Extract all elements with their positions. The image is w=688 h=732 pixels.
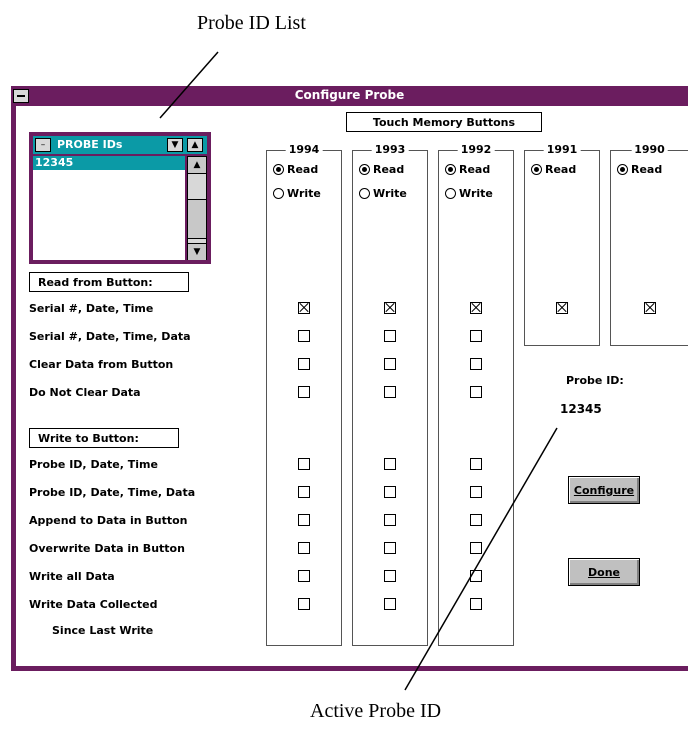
active-probe-id-leader	[404, 427, 558, 691]
callout-leader-lines	[159, 51, 558, 691]
probe-id-list-leader	[159, 51, 219, 119]
